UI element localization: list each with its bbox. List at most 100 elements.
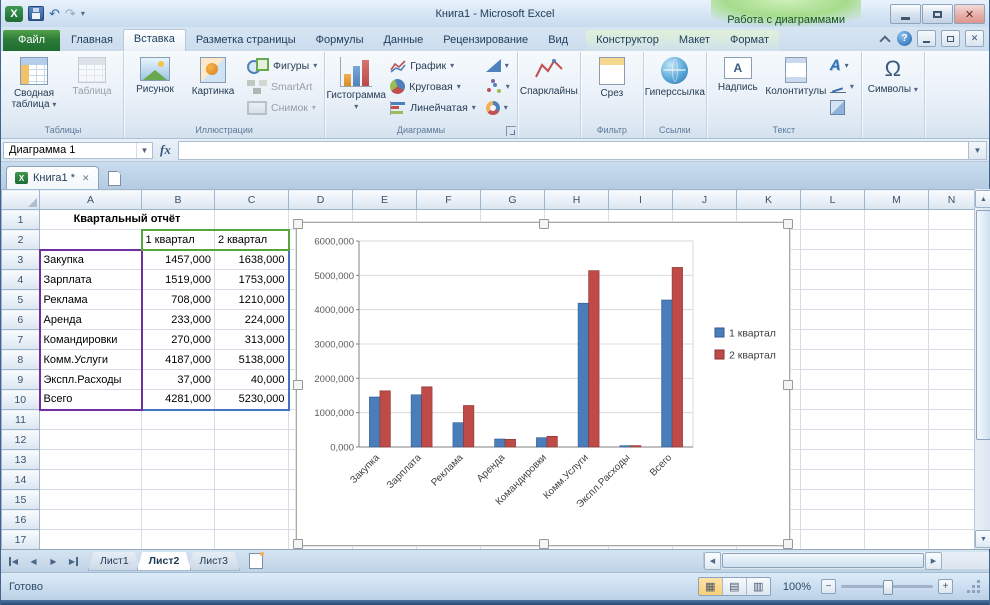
cell-A13[interactable] xyxy=(40,450,142,470)
screenshot-button[interactable]: Снимок ▾ xyxy=(242,97,322,118)
slicer-button[interactable]: Срез xyxy=(583,53,641,99)
cell-C17[interactable] xyxy=(215,530,289,550)
chart-bar[interactable] xyxy=(505,439,515,447)
tab-insert[interactable]: Вставка xyxy=(123,29,186,51)
zoom-thumb[interactable] xyxy=(883,580,893,595)
header-footer-button[interactable]: Колонтитулы xyxy=(767,53,825,97)
cell-N2[interactable] xyxy=(929,230,975,250)
chart-bar[interactable] xyxy=(380,391,391,447)
cell-C13[interactable] xyxy=(215,450,289,470)
cell-C7[interactable]: 313,000 xyxy=(215,330,289,350)
workbook-restore-button[interactable] xyxy=(941,30,960,47)
cell-C4[interactable]: 1753,000 xyxy=(215,270,289,290)
cell-C5[interactable]: 1210,000 xyxy=(215,290,289,310)
chart-bar[interactable] xyxy=(578,303,589,447)
row-header-5[interactable]: 5 xyxy=(2,290,40,310)
row-header-4[interactable]: 4 xyxy=(2,270,40,290)
area-chart-button[interactable]: ▾ xyxy=(481,55,515,76)
column-header-H[interactable]: H xyxy=(545,190,609,210)
zoom-level[interactable]: 100% xyxy=(783,581,811,593)
cell-N9[interactable] xyxy=(929,370,975,390)
table-button[interactable]: Таблица xyxy=(63,53,121,97)
cell-B17[interactable] xyxy=(142,530,215,550)
vertical-scroll-thumb[interactable] xyxy=(976,210,990,440)
cell-N5[interactable] xyxy=(929,290,975,310)
row-header-13[interactable]: 13 xyxy=(2,450,40,470)
chart-bar[interactable] xyxy=(620,446,631,447)
cell-A8[interactable]: Комм.Услуги xyxy=(40,350,142,370)
cell-L5[interactable] xyxy=(801,290,865,310)
cell-A4[interactable]: Зарплата xyxy=(40,270,142,290)
horizontal-scrollbar[interactable]: ◀ ▶ xyxy=(703,552,989,569)
column-header-K[interactable]: K xyxy=(737,190,801,210)
cell-N13[interactable] xyxy=(929,450,975,470)
page-layout-view-icon[interactable]: ▤ xyxy=(723,578,747,595)
cell-M16[interactable] xyxy=(865,510,929,530)
tab-page-layout[interactable]: Разметка страницы xyxy=(186,30,306,51)
cell-B14[interactable] xyxy=(142,470,215,490)
cell-L17[interactable] xyxy=(801,530,865,550)
cell-B3[interactable]: 1457,000 xyxy=(142,250,215,270)
cell-C11[interactable] xyxy=(215,410,289,430)
undo-icon[interactable]: ↶ xyxy=(49,7,60,20)
page-break-view-icon[interactable]: ▥ xyxy=(747,578,770,595)
chart-resize-handle[interactable] xyxy=(539,219,549,229)
first-sheet-button[interactable]: ◀ xyxy=(4,552,23,570)
cell-A9[interactable]: Экспл.Расходы xyxy=(40,370,142,390)
picture-button[interactable]: Рисунок xyxy=(126,53,184,95)
zoom-track[interactable] xyxy=(841,585,933,588)
clip-art-button[interactable]: Картинка xyxy=(184,53,242,97)
row-header-15[interactable]: 15 xyxy=(2,490,40,510)
row-header-2[interactable]: 2 xyxy=(2,230,40,250)
cell-B10[interactable]: 4281,000 xyxy=(142,390,215,410)
collapse-ribbon-icon[interactable] xyxy=(878,32,892,46)
cell-B8[interactable]: 4187,000 xyxy=(142,350,215,370)
cell-N10[interactable] xyxy=(929,390,975,410)
cell-M1[interactable] xyxy=(865,210,929,230)
cell-B6[interactable]: 233,000 xyxy=(142,310,215,330)
cell-B11[interactable] xyxy=(142,410,215,430)
zoom-out-icon[interactable]: − xyxy=(821,579,836,594)
cell-M3[interactable] xyxy=(865,250,929,270)
cell-M5[interactable] xyxy=(865,290,929,310)
cell-L6[interactable] xyxy=(801,310,865,330)
chart-bar[interactable] xyxy=(463,406,474,448)
new-workbook-tab-button[interactable] xyxy=(103,167,127,189)
row-header-8[interactable]: 8 xyxy=(2,350,40,370)
cell-L2[interactable] xyxy=(801,230,865,250)
expand-formula-bar-icon[interactable]: ▼ xyxy=(968,141,987,160)
chart-resize-handle[interactable] xyxy=(539,539,549,549)
cell-N4[interactable] xyxy=(929,270,975,290)
maximize-button[interactable] xyxy=(922,4,953,24)
chart-resize-handle[interactable] xyxy=(293,219,303,229)
cell-N12[interactable] xyxy=(929,430,975,450)
row-header-17[interactable]: 17 xyxy=(2,530,40,550)
cell-A11[interactable] xyxy=(40,410,142,430)
chart-bar[interactable] xyxy=(453,423,464,447)
cell-L9[interactable] xyxy=(801,370,865,390)
cell-A5[interactable]: Реклама xyxy=(40,290,142,310)
cell-L7[interactable] xyxy=(801,330,865,350)
row-header-7[interactable]: 7 xyxy=(2,330,40,350)
workbook-tab[interactable]: X Книга1 * ✕ xyxy=(6,166,99,189)
cell-M12[interactable] xyxy=(865,430,929,450)
row-header-16[interactable]: 16 xyxy=(2,510,40,530)
cell-C2[interactable]: 2 квартал xyxy=(215,230,289,250)
row-header-14[interactable]: 14 xyxy=(2,470,40,490)
sparklines-button[interactable]: Спарклайны xyxy=(520,53,578,97)
legend-item[interactable]: 1 квартал xyxy=(729,328,776,340)
column-header-G[interactable]: G xyxy=(481,190,545,210)
cell-A15[interactable] xyxy=(40,490,142,510)
cell-M2[interactable] xyxy=(865,230,929,250)
cell-C6[interactable]: 224,000 xyxy=(215,310,289,330)
tab-file[interactable]: Файл xyxy=(3,30,60,51)
cell-A10[interactable]: Всего xyxy=(40,390,142,410)
bar-chart-button[interactable]: Линейчатая ▾ xyxy=(385,97,481,118)
cell-N3[interactable] xyxy=(929,250,975,270)
wordart-button[interactable]: А ▾ xyxy=(825,55,859,76)
column-header-L[interactable]: L xyxy=(801,190,865,210)
chart-bar[interactable] xyxy=(589,271,600,447)
scroll-right-icon[interactable]: ▶ xyxy=(925,552,942,570)
column-header-D[interactable]: D xyxy=(289,190,353,210)
workbook-minimize-button[interactable] xyxy=(917,30,936,47)
